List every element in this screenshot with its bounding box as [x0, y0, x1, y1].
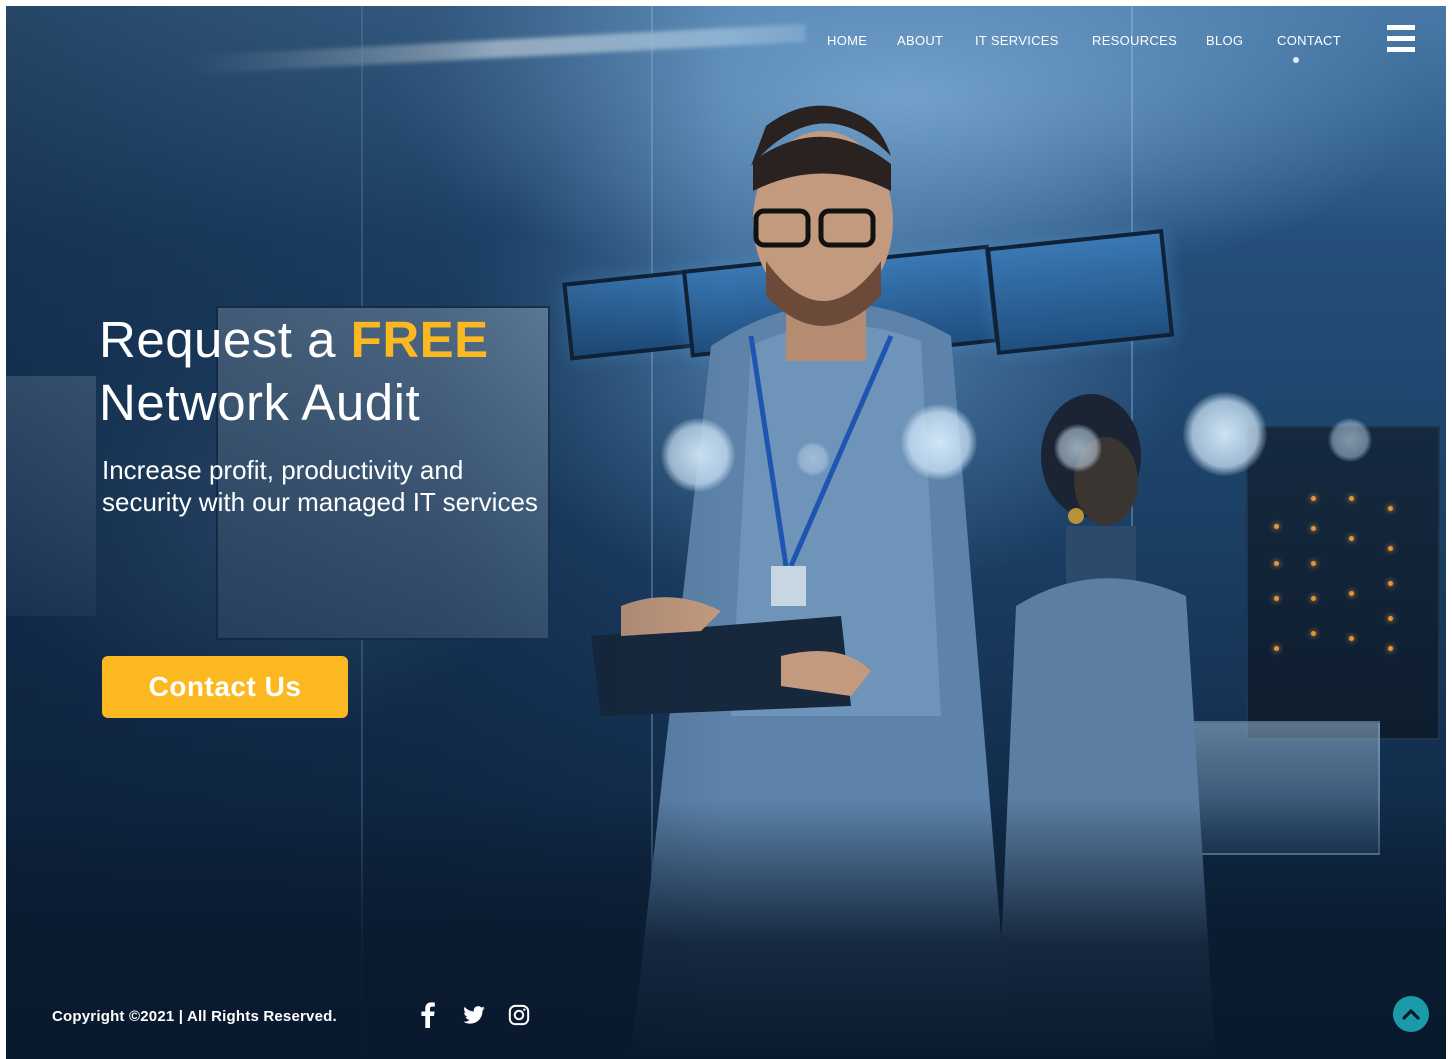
nav-contact[interactable]: CONTACT	[1277, 33, 1341, 48]
twitter-icon[interactable]	[461, 1002, 487, 1028]
back-to-top-button[interactable]	[1393, 996, 1429, 1032]
nav-blog[interactable]: BLOG	[1206, 33, 1243, 48]
nav-it-services[interactable]: IT SERVICES	[975, 33, 1059, 48]
hero-title-part1: Request a	[99, 311, 351, 368]
nav-about[interactable]: ABOUT	[897, 33, 943, 48]
hero-title: Request a FREE Network Audit	[99, 308, 489, 434]
nav-resources[interactable]: RESOURCES	[1092, 33, 1177, 48]
chevron-up-icon	[1402, 1009, 1420, 1020]
hero-title-accent: FREE	[350, 311, 489, 368]
facebook-icon[interactable]	[415, 1002, 441, 1028]
hamburger-menu-icon[interactable]	[1387, 25, 1415, 55]
contact-us-button[interactable]: Contact Us	[102, 656, 348, 718]
active-nav-indicator	[1293, 57, 1299, 63]
copyright-text: Copyright ©2021 | All Rights Reserved.	[52, 1008, 337, 1025]
hero-title-part2: Network Audit	[99, 374, 421, 431]
hero-subtitle: Increase profit, productivity and securi…	[102, 455, 538, 517]
nav-home[interactable]: HOME	[827, 33, 867, 48]
instagram-icon[interactable]	[506, 1002, 532, 1028]
main-nav: HOME ABOUT IT SERVICES RESOURCES BLOG CO…	[6, 30, 1446, 54]
page-frame: HOME ABOUT IT SERVICES RESOURCES BLOG CO…	[6, 6, 1446, 1059]
